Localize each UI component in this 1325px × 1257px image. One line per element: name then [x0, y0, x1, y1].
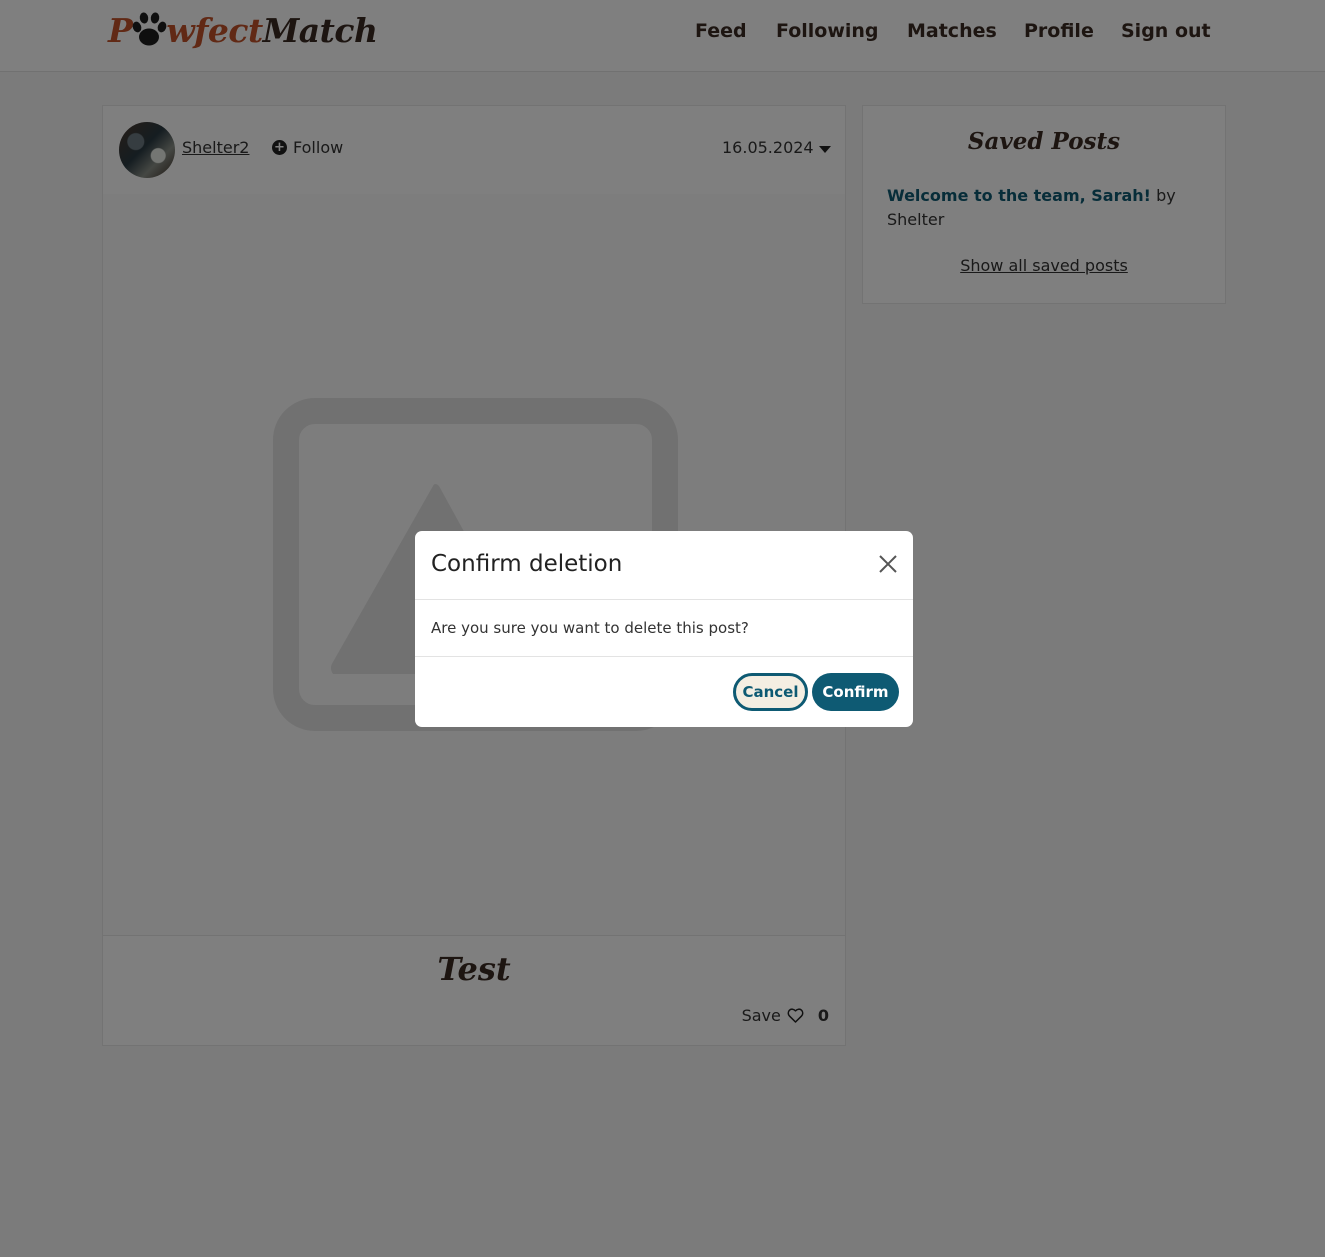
confirm-button[interactable]: Confirm [812, 673, 899, 711]
modal-header: Confirm deletion [415, 531, 913, 600]
close-icon[interactable] [877, 553, 899, 575]
modal-title: Confirm deletion [431, 551, 623, 577]
confirm-deletion-modal: Confirm deletion Are you sure you want t… [415, 531, 913, 727]
modal-message: Are you sure you want to delete this pos… [431, 619, 749, 637]
cancel-button[interactable]: Cancel [733, 673, 808, 711]
modal-body: Are you sure you want to delete this pos… [415, 600, 913, 657]
